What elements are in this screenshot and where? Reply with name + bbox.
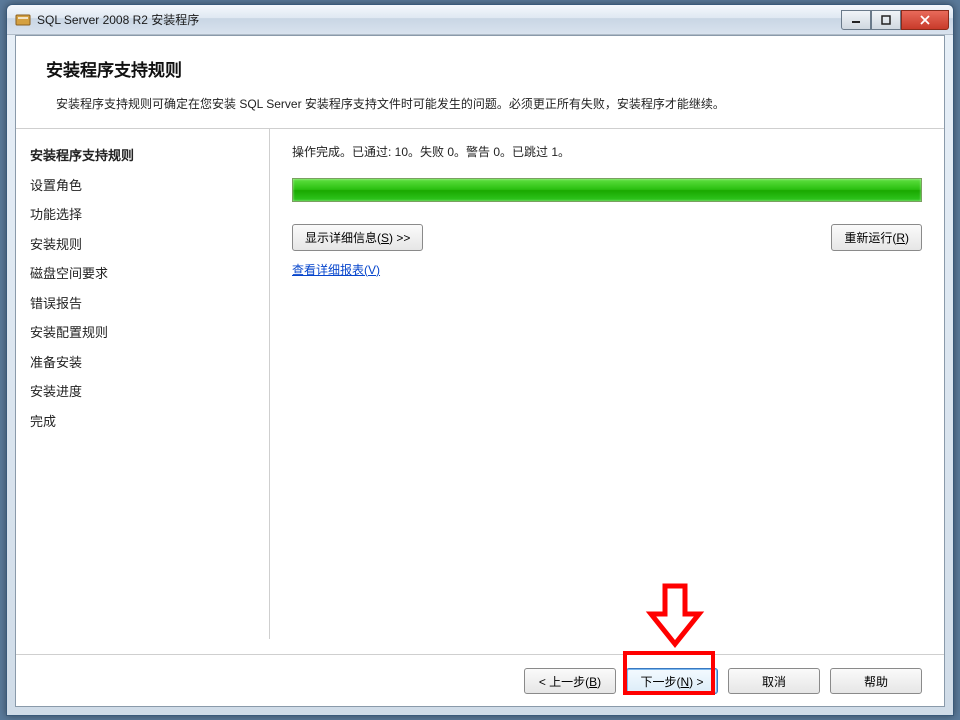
sidebar-item-disk[interactable]: 磁盘空间要求 (16, 259, 269, 289)
next-button[interactable]: 下一步(N) > (626, 668, 718, 694)
back-button[interactable]: < 上一步(B) (524, 668, 616, 694)
wizard-footer: < 上一步(B) 下一步(N) > 取消 帮助 (16, 654, 944, 706)
sidebar-item-label: 磁盘空间要求 (30, 266, 108, 281)
sidebar-item-install-rules[interactable]: 安装规则 (16, 230, 269, 260)
sidebar-item-support-rules[interactable]: 安装程序支持规则 (16, 141, 269, 171)
sidebar-item-label: 错误报告 (30, 296, 82, 311)
body: 安装程序支持规则 设置角色 功能选择 安装规则 磁盘空间要求 错误报告 安装配置… (16, 129, 944, 639)
help-button[interactable]: 帮助 (830, 668, 922, 694)
sidebar-item-label: 功能选择 (30, 207, 82, 222)
client-area: 安装程序支持规则 安装程序支持规则可确定在您安装 SQL Server 安装程序… (15, 35, 945, 707)
sidebar-item-label: 安装配置规则 (30, 325, 108, 340)
sidebar-item-ready[interactable]: 准备安装 (16, 348, 269, 378)
page-header: 安装程序支持规则 安装程序支持规则可确定在您安装 SQL Server 安装程序… (16, 36, 944, 129)
step-sidebar: 安装程序支持规则 设置角色 功能选择 安装规则 磁盘空间要求 错误报告 安装配置… (16, 129, 270, 639)
sidebar-item-label: 安装规则 (30, 237, 82, 252)
sidebar-item-label: 完成 (30, 414, 56, 429)
progress-bar (292, 178, 922, 202)
sidebar-item-feature[interactable]: 功能选择 (16, 200, 269, 230)
app-icon (15, 12, 31, 28)
sidebar-item-complete[interactable]: 完成 (16, 407, 269, 437)
page-title: 安装程序支持规则 (46, 56, 914, 81)
content-buttons: 显示详细信息(S) >> 重新运行(R) (292, 224, 922, 251)
sidebar-item-progress[interactable]: 安装进度 (16, 377, 269, 407)
cancel-button[interactable]: 取消 (728, 668, 820, 694)
page-description: 安装程序支持规则可确定在您安装 SQL Server 安装程序支持文件时可能发生… (46, 95, 866, 114)
close-button[interactable] (901, 10, 949, 30)
show-details-button[interactable]: 显示详细信息(S) >> (292, 224, 423, 251)
maximize-button[interactable] (871, 10, 901, 30)
sidebar-item-error-report[interactable]: 错误报告 (16, 289, 269, 319)
sidebar-item-label: 安装程序支持规则 (30, 148, 134, 163)
titlebar: SQL Server 2008 R2 安装程序 (7, 5, 953, 35)
window-title: SQL Server 2008 R2 安装程序 (37, 11, 841, 28)
sidebar-item-config-rules[interactable]: 安装配置规则 (16, 318, 269, 348)
content-panel: 操作完成。已通过: 10。失败 0。警告 0。已跳过 1。 显示详细信息(S) … (270, 129, 944, 639)
operation-status: 操作完成。已通过: 10。失败 0。警告 0。已跳过 1。 (292, 143, 922, 160)
sidebar-item-label: 安装进度 (30, 384, 82, 399)
sidebar-item-label: 准备安装 (30, 355, 82, 370)
rerun-button[interactable]: 重新运行(R) (831, 224, 922, 251)
sidebar-item-label: 设置角色 (30, 178, 82, 193)
window-controls (841, 10, 949, 30)
installer-window: SQL Server 2008 R2 安装程序 安装程序支持规则 安装程序支持规… (6, 4, 954, 716)
sidebar-item-role[interactable]: 设置角色 (16, 171, 269, 201)
minimize-button[interactable] (841, 10, 871, 30)
view-report-link[interactable]: 查看详细报表(V) (292, 263, 380, 277)
